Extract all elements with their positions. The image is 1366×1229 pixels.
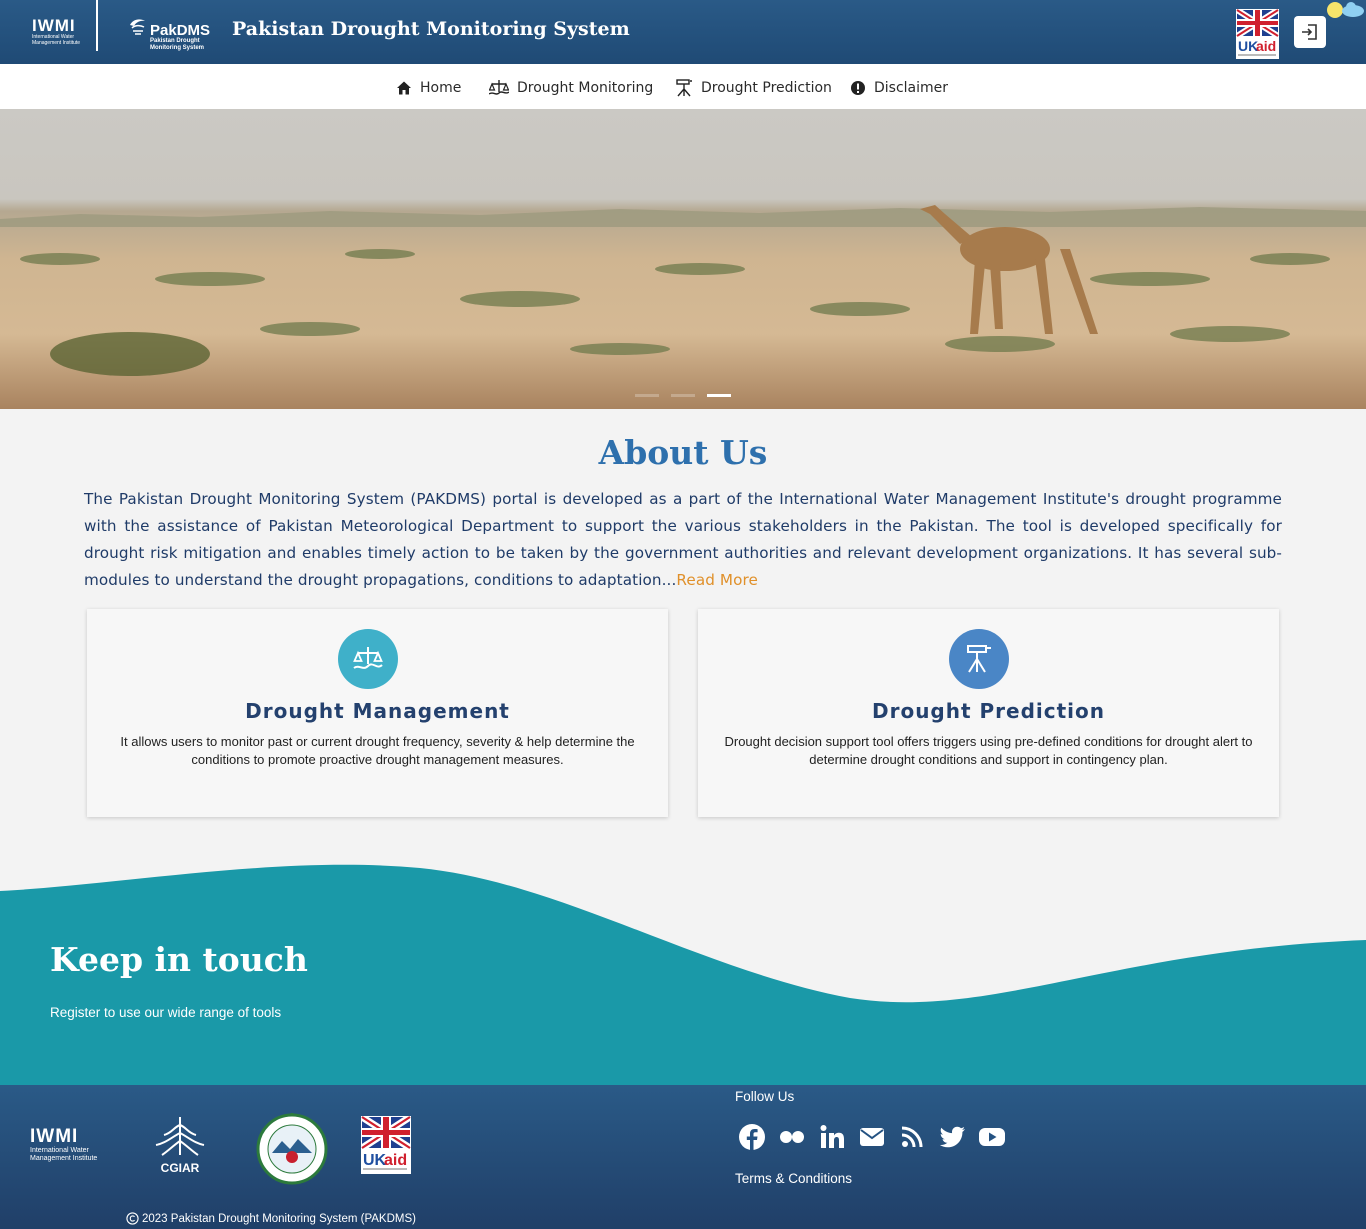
twitter-icon[interactable] xyxy=(938,1123,966,1151)
nav-drought-prediction-label: Drought Prediction xyxy=(701,80,832,96)
drought-prediction-title: Drought Prediction xyxy=(871,699,1106,723)
facebook-icon[interactable] xyxy=(738,1123,766,1151)
nav-home[interactable]: Home xyxy=(396,78,461,98)
svg-text:aid: aid xyxy=(1256,38,1276,54)
ukaid-flag-logo[interactable]: UK aid xyxy=(1236,9,1279,59)
footer-cgiar-text: CGIAR xyxy=(160,1161,200,1175)
cgiar-wheat-icon xyxy=(155,1117,205,1156)
login-icon xyxy=(1302,24,1317,40)
carousel-dot-1[interactable] xyxy=(635,394,659,397)
copyright-icon xyxy=(126,1212,139,1225)
nav-drought-monitoring-label: Drought Monitoring xyxy=(517,80,654,96)
tripod-icon xyxy=(967,645,991,673)
about-paragraph: The Pakistan Drought Monitoring System (… xyxy=(84,486,1282,594)
drought-management-icon-circle xyxy=(338,629,398,689)
scale-icon xyxy=(353,647,383,669)
about-title: About Us xyxy=(598,433,768,472)
nav-drought-prediction[interactable]: Drought Prediction xyxy=(675,78,832,98)
footer-iwmi-subtext: International Water Management Institute xyxy=(30,1147,98,1162)
header-divider xyxy=(96,0,98,51)
site-title: Pakistan Drought Monitoring System xyxy=(232,18,630,40)
drought-prediction-card[interactable]: Drought Prediction Drought decision supp… xyxy=(698,609,1279,817)
main-nav: Home Drought Monitoring Drought Predicti… xyxy=(0,64,1366,109)
flickr-icon[interactable] xyxy=(778,1123,806,1151)
pakdms-logo-subtext: Pakistan Drought Monitoring System xyxy=(150,38,205,51)
iwmi-logo-text: IWMI xyxy=(32,16,76,35)
svg-text:aid: aid xyxy=(384,1152,407,1169)
linkedin-icon[interactable] xyxy=(818,1123,846,1151)
drought-management-description: It allows users to monitor past or curre… xyxy=(120,734,635,767)
scale-icon xyxy=(489,80,509,95)
footer-cgiar-logo[interactable]: CGIAR xyxy=(154,1115,206,1177)
alert-icon xyxy=(851,81,865,95)
iwmi-logo-subtext: International Water Management Institute xyxy=(32,34,81,46)
top-header: IWMI International Water Management Inst… xyxy=(0,0,1366,64)
rss-icon[interactable] xyxy=(898,1123,926,1151)
iwmi-logo[interactable]: IWMI International Water Management Inst… xyxy=(32,17,94,51)
footer-iwmi-logo[interactable]: IWMI International Water Management Inst… xyxy=(30,1127,106,1163)
terms-conditions-link[interactable]: Terms & Conditions xyxy=(735,1171,852,1186)
carousel-indicators xyxy=(0,394,1366,398)
nav-home-label: Home xyxy=(420,80,462,96)
footer: IWMI International Water Management Inst… xyxy=(0,1085,1366,1229)
footer-iwmi-text: IWMI xyxy=(30,1126,79,1147)
sun-cloud-icon xyxy=(1327,2,1364,18)
tripod-icon xyxy=(676,79,692,97)
keep-in-touch-subtitle: Register to use our wide range of tools xyxy=(50,1005,282,1020)
nav-disclaimer-label: Disclaimer xyxy=(874,80,949,96)
nav-drought-monitoring[interactable]: Drought Monitoring xyxy=(489,78,653,98)
copyright-text: 2023 Pakistan Drought Monitoring System … xyxy=(142,1212,416,1225)
login-button[interactable] xyxy=(1294,16,1326,48)
follow-us-label: Follow Us xyxy=(735,1089,795,1104)
carousel-dot-2[interactable] xyxy=(671,394,695,397)
pakdms-logo[interactable]: PakDMS Pakistan Drought Monitoring Syste… xyxy=(126,14,216,54)
home-icon xyxy=(397,81,411,95)
read-more-link[interactable]: Read More xyxy=(676,571,758,589)
drought-management-title: Drought Management xyxy=(245,699,510,723)
hero-landscape-image xyxy=(0,109,1366,409)
drought-prediction-icon-circle xyxy=(949,629,1009,689)
carousel-dot-3[interactable] xyxy=(707,394,731,397)
drought-prediction-description: Drought decision support tool offers tri… xyxy=(724,734,1253,767)
hero-carousel[interactable] xyxy=(0,109,1366,409)
email-icon[interactable] xyxy=(858,1123,886,1151)
keep-in-touch-title: Keep in touch xyxy=(50,940,308,979)
youtube-icon[interactable] xyxy=(978,1123,1006,1151)
pakistan-meteorological-department-seal[interactable] xyxy=(256,1113,328,1185)
copyright: 2023 Pakistan Drought Monitoring System … xyxy=(126,1212,416,1225)
ukaid-flag-logo[interactable]: UK aid xyxy=(361,1116,411,1174)
drought-management-card[interactable]: Drought Management It allows users to mo… xyxy=(87,609,668,817)
pakdms-glyph-icon xyxy=(130,19,145,35)
pakdms-logo-name: PakDMS xyxy=(150,22,211,39)
nav-disclaimer[interactable]: Disclaimer xyxy=(850,78,948,98)
